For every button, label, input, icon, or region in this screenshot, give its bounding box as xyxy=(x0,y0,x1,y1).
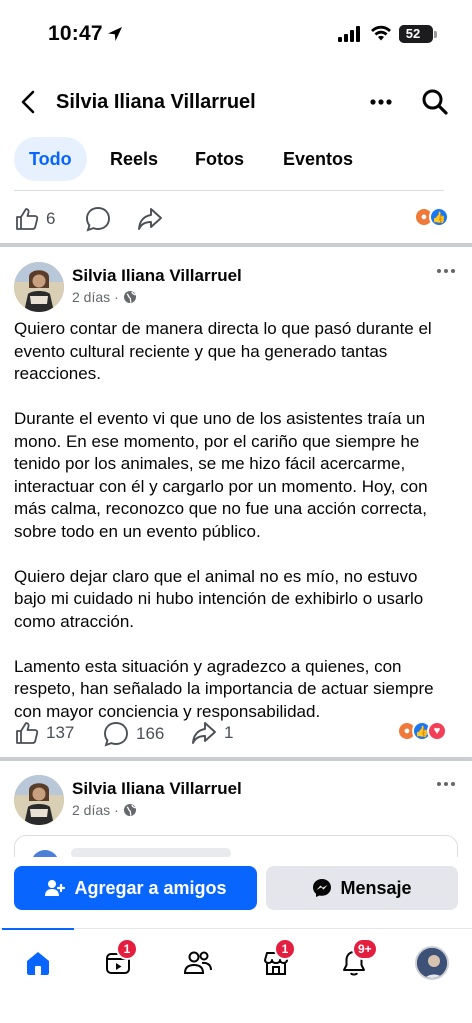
reaction-summary[interactable]: ● 👍 ♥ xyxy=(397,721,447,741)
like-button[interactable]: 137 xyxy=(14,720,74,746)
active-tab-indicator xyxy=(2,928,74,930)
post-more-icon[interactable] xyxy=(434,777,458,791)
share-count: 1 xyxy=(224,723,234,742)
nav-notifications[interactable]: 9+ xyxy=(336,938,378,981)
post-author[interactable]: Silvia Iliana Villarruel xyxy=(72,779,242,799)
post-paragraph: Quiero dejar claro que el animal no es m… xyxy=(14,566,424,631)
nav-marketplace[interactable]: 1 xyxy=(258,938,296,981)
post-author[interactable]: Silvia Iliana Villarruel xyxy=(72,266,242,286)
like-count: 137 xyxy=(46,723,75,742)
profile-avatar xyxy=(415,946,449,980)
search-icon[interactable] xyxy=(420,87,450,117)
top-navigation: Silvia Iliana Villarruel xyxy=(0,76,472,128)
meta-separator: · xyxy=(114,802,119,818)
cellular-signal-icon xyxy=(338,26,360,42)
avatar[interactable] xyxy=(14,262,64,312)
divider xyxy=(14,190,444,191)
page-title: Silvia Iliana Villarruel xyxy=(56,91,256,113)
like-reaction-icon: 👍 xyxy=(429,207,449,227)
notification-badge: 1 xyxy=(274,938,296,960)
battery-cap xyxy=(434,31,437,38)
tab-reels[interactable]: Reels xyxy=(110,137,158,181)
back-arrow-icon[interactable] xyxy=(16,88,42,116)
meta-separator: · xyxy=(114,289,119,305)
post-more-icon[interactable] xyxy=(434,264,458,278)
post-time: 2 días xyxy=(72,802,111,818)
like-icon xyxy=(16,722,39,744)
tab-todo[interactable]: Todo xyxy=(14,137,87,181)
comment-count: 166 xyxy=(136,724,165,743)
nav-friends[interactable] xyxy=(180,945,216,981)
add-friend-icon xyxy=(45,880,66,896)
avatar[interactable] xyxy=(14,775,64,825)
tab-fotos[interactable]: Fotos xyxy=(195,137,244,181)
love-reaction-icon: ♥ xyxy=(427,721,447,741)
bottom-navigation: 1 1 9+ xyxy=(0,928,472,1023)
post-text: Quiero contar de manera directa lo que p… xyxy=(14,318,454,746)
message-label: Mensaje xyxy=(340,877,412,898)
nav-video[interactable]: 1 xyxy=(100,938,138,981)
notification-badge: 1 xyxy=(116,938,138,960)
post-time: 2 días xyxy=(72,289,111,305)
comment-icon xyxy=(104,722,128,747)
post-header: Silvia Iliana Villarruel 2 días · xyxy=(14,775,458,831)
status-bar: 10:47 52 xyxy=(0,0,472,70)
status-time: 10:47 xyxy=(48,22,103,45)
battery-icon: 52 xyxy=(399,25,433,43)
share-icon[interactable] xyxy=(136,206,164,232)
like-button[interactable]: 6 xyxy=(14,206,55,232)
post-meta: 2 días · xyxy=(72,289,137,305)
share-button[interactable]: 1 xyxy=(190,720,233,746)
battery-percent: 52 xyxy=(405,26,421,41)
globe-icon xyxy=(123,804,136,816)
friends-icon xyxy=(183,951,212,974)
nav-home[interactable] xyxy=(20,945,56,981)
post-header: Silvia Iliana Villarruel 2 días · xyxy=(14,262,458,318)
post-meta: 2 días · xyxy=(72,802,137,818)
post-paragraph: Quiero contar de manera directa lo que p… xyxy=(14,319,432,383)
message-button[interactable]: Mensaje xyxy=(266,866,458,910)
tab-eventos[interactable]: Eventos xyxy=(283,137,353,181)
home-icon xyxy=(27,952,49,975)
comment-button[interactable]: 166 xyxy=(102,720,164,748)
location-arrow-icon xyxy=(108,27,122,41)
messenger-icon xyxy=(313,879,332,897)
more-options-icon[interactable] xyxy=(366,90,396,114)
add-friend-button[interactable]: Agregar a amigos xyxy=(14,866,257,910)
nav-profile[interactable] xyxy=(414,945,450,981)
notification-badge: 9+ xyxy=(352,938,378,960)
comment-icon[interactable] xyxy=(84,205,112,233)
wifi-icon xyxy=(371,25,391,41)
like-icon xyxy=(16,208,39,230)
add-friend-label: Agregar a amigos xyxy=(74,877,227,898)
previous-post-action-bar: 6 ● 👍 xyxy=(0,198,472,238)
globe-icon xyxy=(123,291,136,303)
post-action-bar: 137 166 1 ● 👍 ♥ xyxy=(0,712,472,752)
reaction-summary[interactable]: ● 👍 xyxy=(414,207,449,227)
share-icon xyxy=(192,722,216,744)
post-paragraph: Durante el evento vi que uno de los asis… xyxy=(14,409,428,541)
action-buttons: Agregar a amigos Mensaje xyxy=(0,857,472,921)
post-separator xyxy=(0,757,472,761)
like-count: 6 xyxy=(46,209,56,228)
post-separator xyxy=(0,243,472,247)
